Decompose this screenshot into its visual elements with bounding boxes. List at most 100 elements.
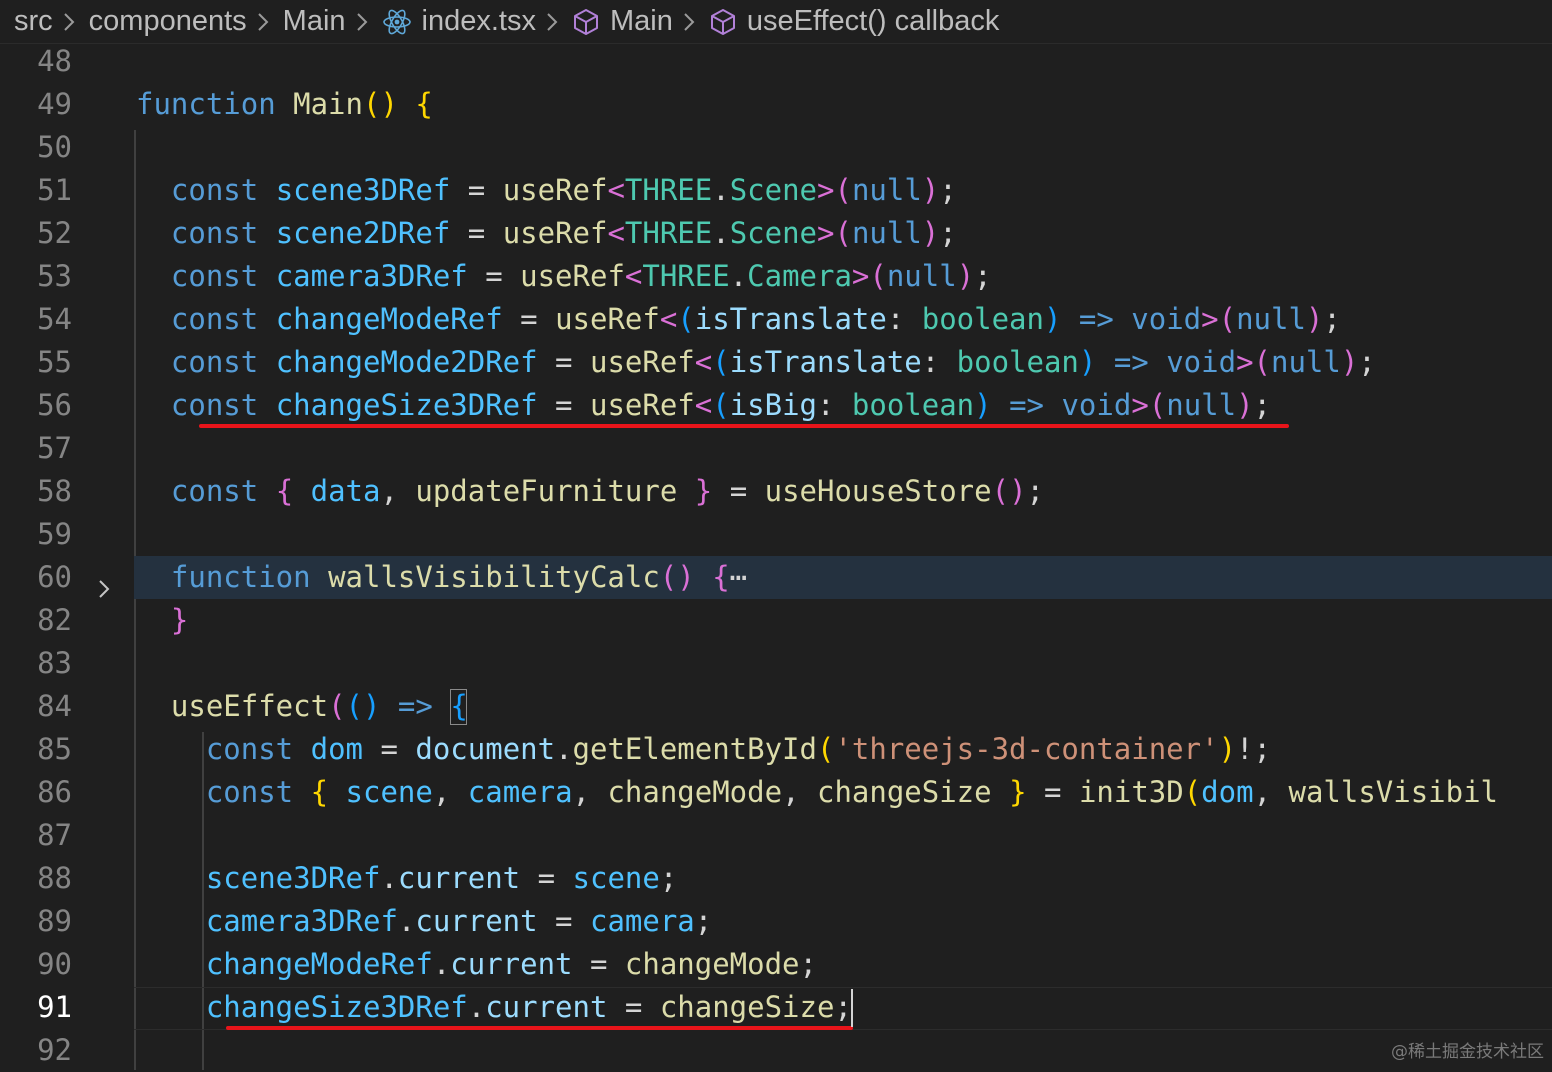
code-token: ; [694, 904, 713, 938]
code-text: changeModeRef.current = changeMode; [136, 943, 817, 986]
code-token: useRef [502, 173, 608, 207]
code-line-89[interactable]: 89 camera3DRef.current = camera; [0, 900, 1552, 943]
breadcrumb-item-src[interactable]: src [14, 5, 53, 38]
code-token: < [624, 259, 643, 293]
code-token: init3D [1078, 775, 1184, 809]
code-token: { [712, 560, 730, 594]
breadcrumb-item-callback[interactable]: useEffect() callback [709, 5, 1000, 38]
code-token: ; [1026, 474, 1044, 508]
chevron-right-icon [257, 12, 269, 32]
code-token: : [817, 388, 852, 422]
code-line-86[interactable]: 86 const { scene, camera, changeMode, ch… [0, 771, 1552, 814]
code-token: boolean [921, 302, 1044, 336]
code-token: = [450, 216, 503, 250]
chevron-right-icon [63, 12, 75, 32]
code-line-91[interactable]: 91 changeSize3DRef.current = changeSize; [0, 986, 1552, 1029]
line-number: 56 [37, 388, 72, 422]
code-token: < [659, 302, 678, 336]
code-line-82[interactable]: 82 } [0, 599, 1552, 642]
code-token: = [572, 947, 625, 981]
code-token: boolean [851, 388, 975, 422]
code-token: ; [939, 216, 957, 250]
code-token: void [1166, 345, 1237, 379]
code-line-56[interactable]: 56 const changeSize3DRef = useRef<(isBig… [0, 384, 1552, 427]
code-token: ) [921, 173, 940, 207]
code-line-84[interactable]: 84 useEffect(() => { [0, 685, 1552, 728]
code-line-90[interactable]: 90 changeModeRef.current = changeMode; [0, 943, 1552, 986]
line-number: 83 [37, 646, 72, 680]
code-token: = [502, 302, 556, 336]
code-token: ( [677, 302, 695, 336]
code-token: scene3DRef [275, 173, 451, 207]
breadcrumb-item-main-symbol[interactable]: Main [572, 5, 673, 38]
code-line-83[interactable]: 83 [0, 642, 1552, 685]
code-line-55[interactable]: 55 const changeMode2DRef = useRef<(isTra… [0, 341, 1552, 384]
line-number: 54 [37, 302, 72, 336]
cube-icon [572, 8, 600, 36]
code-token: ( [712, 345, 730, 379]
code-token: scene [345, 775, 433, 809]
code-token: const [170, 259, 276, 293]
code-token: changeSize3DRef [205, 990, 468, 1024]
code-line-85[interactable]: 85 const dom = document.getElementById('… [0, 728, 1552, 771]
code-line-88[interactable]: 88 scene3DRef.current = scene; [0, 857, 1552, 900]
code-line-51[interactable]: 51 const scene3DRef = useRef<THREE.Scene… [0, 169, 1552, 212]
code-token: ( [816, 732, 835, 766]
code-token: const [170, 345, 276, 379]
code-line-54[interactable]: 54 const changeModeRef = useRef<(isTrans… [0, 298, 1552, 341]
code-token: scene3DRef [205, 861, 381, 895]
code-token: data [310, 474, 381, 508]
code-token: camera3DRef [205, 904, 398, 938]
code-token: useRef [520, 259, 625, 293]
code-line-48[interactable]: 48 [0, 40, 1552, 83]
code-text: function Main() { [136, 83, 433, 126]
code-line-59[interactable]: 59 [0, 513, 1552, 556]
code-token: ; [834, 990, 852, 1024]
code-line-92[interactable]: 92 [0, 1029, 1552, 1072]
line-number: 51 [37, 173, 72, 207]
code-line-87[interactable]: 87 [0, 814, 1552, 857]
code-token: ) [1043, 302, 1062, 336]
code-token: . [467, 990, 486, 1024]
code-token: < [607, 216, 625, 250]
code-token: !; [1236, 732, 1271, 766]
code-token: const [170, 474, 276, 508]
code-token: < [694, 388, 713, 422]
code-line-60[interactable]: 60 function wallsVisibilityCalc() {⋯ [0, 556, 1552, 599]
breadcrumb-item-main-folder[interactable]: Main [283, 5, 346, 38]
code-line-58[interactable]: 58 const { data, updateFurniture } = use… [0, 470, 1552, 513]
breadcrumb-item-file[interactable]: index.tsx [382, 5, 536, 38]
line-number: 91 [37, 990, 72, 1024]
code-token: >( [851, 259, 887, 293]
code-text: const { scene, camera, changeMode, chang… [136, 771, 1498, 814]
code-line-52[interactable]: 52 const scene2DRef = useRef<THREE.Scene… [0, 212, 1552, 255]
code-text: const changeMode2DRef = useRef<(isTransl… [136, 341, 1376, 384]
code-token: current [485, 990, 608, 1024]
breadcrumb-item-components[interactable]: components [89, 5, 247, 38]
bracket-match-box [450, 689, 468, 725]
code-line-49[interactable]: 49 function Main() { [0, 83, 1552, 126]
line-number: 85 [37, 732, 72, 766]
chevron-right-icon [356, 12, 368, 32]
code-token: } [170, 603, 189, 637]
code-line-53[interactable]: 53 const camera3DRef = useRef<THREE.Came… [0, 255, 1552, 298]
code-token: useRef [502, 216, 608, 250]
code-line-50[interactable]: 50 [0, 126, 1552, 169]
code-token: useRef [589, 345, 695, 379]
code-token: . [712, 173, 730, 207]
code-token: , [432, 775, 468, 809]
code-token: { [310, 775, 329, 809]
code-token: ) [921, 216, 940, 250]
line-number: 89 [37, 904, 72, 938]
code-editor[interactable]: 48 49 function Main() {50 51 const scene3DR… [0, 44, 1552, 1070]
breadcrumb-label: useEffect() callback [746, 5, 1000, 37]
code-token: changeMode [624, 947, 800, 981]
code-line-57[interactable]: 57 [0, 427, 1552, 470]
